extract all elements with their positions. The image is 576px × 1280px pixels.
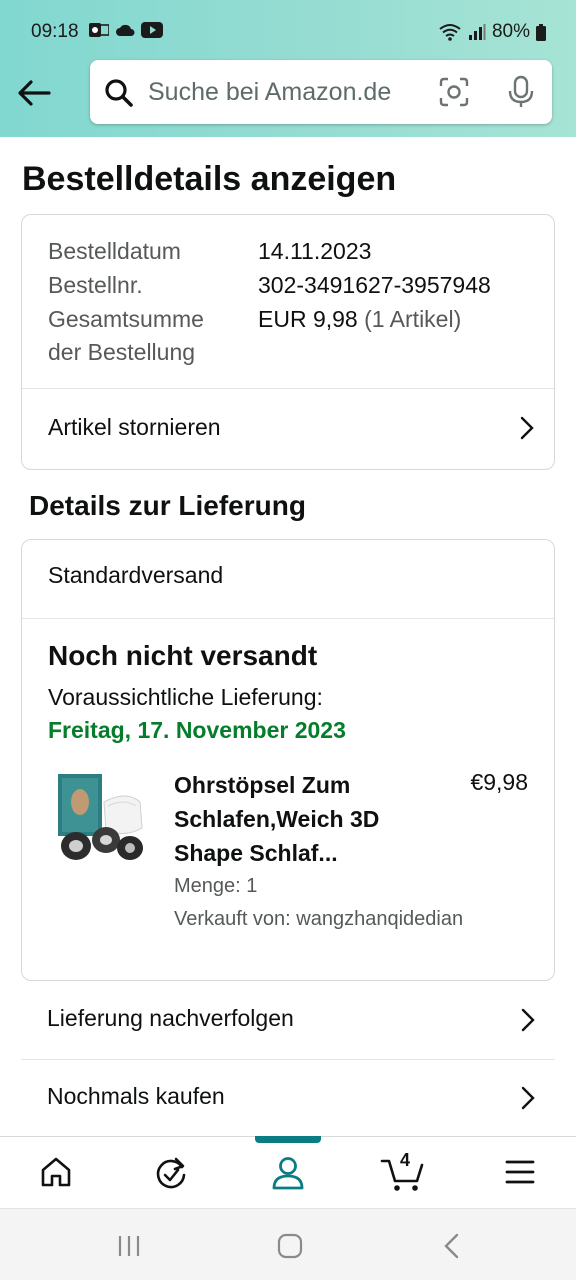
shipping-method: Standardversand xyxy=(48,562,224,588)
product-price: €9,98 xyxy=(470,769,528,795)
order-item-count: (1 Artikel) xyxy=(364,306,462,332)
camera-scan-icon[interactable] xyxy=(438,76,470,108)
notification-icons xyxy=(89,22,163,38)
delivery-section-title: Details zur Lieferung xyxy=(29,490,306,521)
cloud-icon xyxy=(116,24,135,36)
page-title: Bestelldetails anzeigen xyxy=(22,160,397,198)
active-tab-indicator xyxy=(255,1136,321,1143)
delivery-card: Standardversand Noch nicht versandt Vora… xyxy=(21,539,555,981)
order-total-label: Gesamtsumme xyxy=(48,306,204,332)
home-icon[interactable] xyxy=(39,1155,73,1189)
battery-percent: 80% xyxy=(491,21,530,42)
shipment-status: Noch nicht versandt xyxy=(48,640,318,671)
cancel-items-row[interactable]: Artikel stornieren xyxy=(22,389,554,469)
order-date-value: 14.11.2023 xyxy=(258,238,372,264)
order-number-label: Bestellnr. xyxy=(48,272,143,298)
youtube-icon xyxy=(141,22,163,38)
product-name[interactable]: Ohrstöpsel Zum Schlafen,Weich 3D Shape S… xyxy=(174,768,414,870)
signal-icon xyxy=(468,24,486,40)
cart-button[interactable]: 4 xyxy=(380,1150,426,1193)
buy-again-tab-icon[interactable] xyxy=(154,1155,188,1191)
order-date-label: Bestelldatum xyxy=(48,238,181,264)
product-image[interactable] xyxy=(56,772,148,868)
wifi-icon xyxy=(439,24,461,41)
account-icon[interactable] xyxy=(270,1155,306,1191)
status-right: 80% xyxy=(438,21,546,43)
outlook-icon xyxy=(89,23,109,37)
product-seller: Verkauft von: wangzhanqidedian xyxy=(174,908,464,930)
home-nav-icon[interactable] xyxy=(277,1233,303,1259)
menu-icon[interactable] xyxy=(505,1159,535,1185)
divider xyxy=(22,618,554,619)
status-time: 09:18 xyxy=(31,21,79,42)
cart-count-badge: 4 xyxy=(400,1150,411,1170)
order-summary-card: Bestelldatum 14.11.2023 Bestellnr. 302-3… xyxy=(21,214,555,470)
order-total-value: EUR 9,98 (1 Artikel) xyxy=(258,303,461,336)
microphone-icon[interactable] xyxy=(507,75,535,109)
cancel-items-label: Artikel stornieren xyxy=(48,414,221,440)
chevron-right-icon xyxy=(520,416,534,440)
system-nav-bar xyxy=(0,1208,576,1280)
status-bar: 09:18 80% xyxy=(0,0,576,64)
header-bar: 09:18 80% Suche bei Amazon.de xyxy=(0,0,576,137)
buy-again-row[interactable]: Nochmals kaufen xyxy=(21,1060,555,1138)
order-total-label-line2: der Bestellung xyxy=(48,339,196,365)
recent-apps-icon[interactable] xyxy=(116,1233,142,1259)
chevron-right-icon xyxy=(521,1008,535,1032)
bottom-tab-bar: 4 xyxy=(0,1136,576,1208)
track-delivery-label: Lieferung nachverfolgen xyxy=(47,1005,294,1031)
chevron-right-icon xyxy=(521,1086,535,1110)
order-total-amount: EUR 9,98 xyxy=(258,306,358,332)
search-icon xyxy=(105,79,133,107)
back-arrow-icon[interactable] xyxy=(16,76,52,110)
expected-delivery-date: Freitag, 17. November 2023 xyxy=(48,717,346,743)
order-number-value: 302-3491627-3957948 xyxy=(258,272,491,298)
search-bar[interactable]: Suche bei Amazon.de xyxy=(90,60,552,124)
track-delivery-row[interactable]: Lieferung nachverfolgen xyxy=(21,982,555,1060)
search-input[interactable]: Suche bei Amazon.de xyxy=(148,78,391,107)
buy-again-label: Nochmals kaufen xyxy=(47,1083,225,1109)
battery-icon xyxy=(536,23,546,41)
back-nav-icon[interactable] xyxy=(441,1233,463,1259)
expected-delivery-label: Voraussichtliche Lieferung: xyxy=(48,684,323,710)
product-quantity: Menge: 1 xyxy=(174,875,258,897)
